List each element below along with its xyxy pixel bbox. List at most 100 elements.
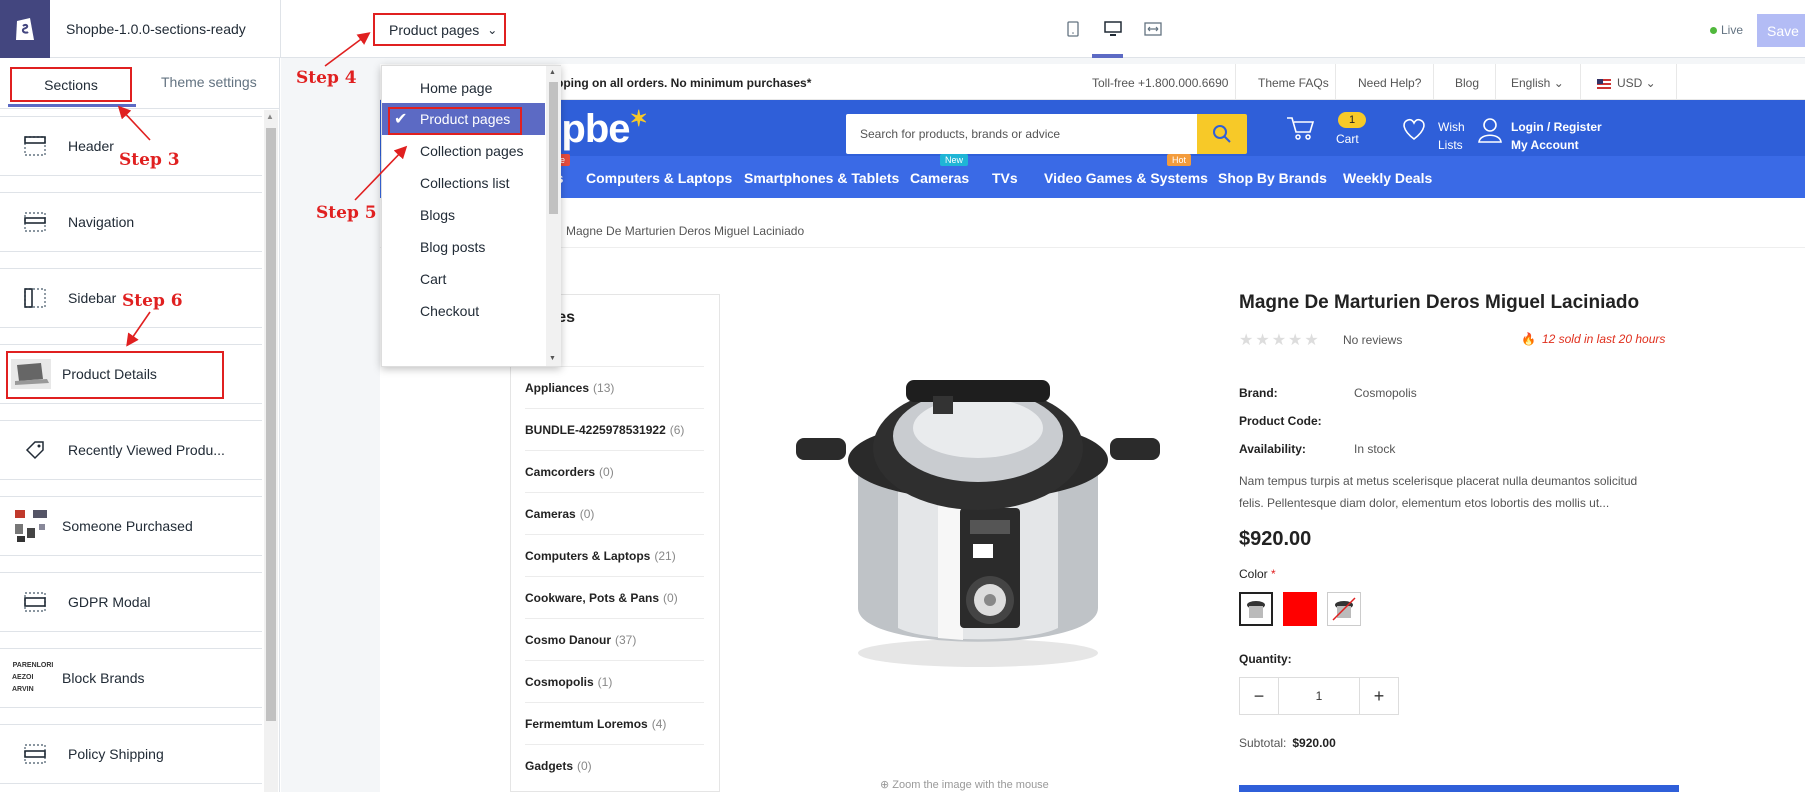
fullwidth-view-icon[interactable]: [1144, 20, 1162, 38]
scroll-down-arrow-icon[interactable]: ▼: [549, 355, 556, 362]
dropdown-item-collections-list[interactable]: Collections list: [382, 167, 545, 199]
section-item-policy-shipping[interactable]: Policy Shipping: [0, 724, 262, 784]
sun-rays-icon: ✶: [629, 106, 648, 131]
add-to-cart-button[interactable]: [1239, 785, 1679, 792]
decrease-button[interactable]: −: [1240, 678, 1278, 714]
rating-stars[interactable]: ★★★★★: [1239, 330, 1321, 350]
brand-value[interactable]: Cosmopolis: [1354, 386, 1417, 400]
section-list: Header Navigation Sidebar Product Detail…: [0, 116, 262, 800]
section-item-navigation[interactable]: Navigation: [0, 192, 262, 252]
dropdown-item-blog-posts[interactable]: Blog posts: [382, 231, 545, 263]
brands-thumbnail-icon: PARENLORI AEZOI ARVIN: [12, 662, 54, 693]
scroll-up-arrow-icon[interactable]: ▲: [549, 69, 556, 76]
search-input[interactable]: Search for products, brands or advice: [846, 114, 1236, 154]
section-item-gdpr-modal[interactable]: GDPR Modal: [0, 572, 262, 632]
nav-item-smartphones[interactable]: Smartphones & Tablets: [744, 170, 899, 186]
cart-label[interactable]: Cart: [1336, 132, 1359, 146]
quantity-input[interactable]: 1: [1278, 678, 1360, 714]
cart-count-badge: 1: [1338, 112, 1366, 128]
dropdown-item-home[interactable]: Home page: [382, 72, 545, 104]
category-name: Fermemtum Loremos: [525, 716, 648, 731]
tab-sections[interactable]: Sections: [10, 67, 132, 102]
section-item-block-brands[interactable]: PARENLORI AEZOI ARVIN Block Brands: [0, 648, 262, 708]
category-list: ) Appliances(13) BUNDLE-4225978531922(6)…: [525, 331, 704, 787]
swatch-silver[interactable]: [1239, 592, 1273, 626]
nav-item-computers[interactable]: Computers & Laptops: [586, 170, 732, 186]
section-item-someone-purchased[interactable]: Someone Purchased: [0, 496, 262, 556]
category-item[interactable]: Cosmopolis (1): [525, 661, 704, 703]
product-title: Magne De Marturien Deros Miguel Laciniad…: [1239, 292, 1640, 313]
availability-value: In stock: [1354, 442, 1396, 456]
divider: [1495, 64, 1496, 100]
nav-item-cameras[interactable]: Cameras: [910, 170, 969, 186]
wishlist-link[interactable]: Wish Lists: [1438, 118, 1465, 154]
sidebar-scrollbar-thumb[interactable]: [266, 128, 276, 721]
nav-item-shop-by-brands[interactable]: Shop By Brands: [1218, 170, 1327, 186]
quantity-label: Quantity:: [1239, 652, 1292, 666]
pressure-cooker-image[interactable]: [788, 308, 1168, 688]
store-header: opbe✶ Search for products, brands or adv…: [380, 100, 1805, 156]
category-item[interactable]: Appliances (13): [525, 367, 704, 409]
help-link[interactable]: Need Help?: [1358, 76, 1421, 90]
us-flag-icon: [1597, 78, 1611, 89]
category-item[interactable]: Camcorders (0): [525, 451, 704, 493]
nav-item-weekly-deals[interactable]: Weekly Deals: [1343, 170, 1432, 186]
category-item[interactable]: Cookware, Pots & Pans (0): [525, 577, 704, 619]
sidebar-layout-icon: [22, 286, 48, 310]
dropdown-item-blogs[interactable]: Blogs: [382, 199, 545, 231]
category-item[interactable]: BUNDLE-4225978531922 (6): [525, 409, 704, 451]
search-button[interactable]: [1197, 114, 1247, 154]
desktop-view-icon[interactable]: [1104, 20, 1122, 38]
blog-link[interactable]: Blog: [1455, 76, 1479, 90]
user-icon[interactable]: [1476, 116, 1504, 149]
category-count: (4): [651, 716, 667, 731]
nav-item-video-games[interactable]: Video Games & Systems: [1044, 170, 1208, 186]
scroll-up-arrow-icon[interactable]: ▲: [266, 112, 274, 121]
swatch-red[interactable]: [1283, 592, 1317, 626]
section-item-recently-viewed[interactable]: Recently Viewed Produ...: [0, 420, 262, 480]
category-item[interactable]: Gadgets (0): [525, 745, 704, 787]
category-item[interactable]: Cameras (0): [525, 493, 704, 535]
category-name: Cosmopolis: [525, 674, 594, 689]
category-item[interactable]: Fermemtum Loremos (4): [525, 703, 704, 745]
page-type-select[interactable]: Product pages ⌄: [373, 13, 506, 46]
section-label: GDPR Modal: [68, 594, 151, 610]
nav-item-tvs[interactable]: TVs: [992, 170, 1018, 186]
increase-button[interactable]: +: [1360, 678, 1398, 714]
faq-link[interactable]: Theme FAQs: [1258, 76, 1329, 90]
page-type-label: Product pages: [389, 21, 480, 38]
category-count: (0): [577, 759, 592, 773]
wishlist-line2: Lists: [1438, 138, 1463, 152]
shopify-logo-icon[interactable]: [0, 0, 50, 58]
search-placeholder: Search for products, brands or advice: [860, 127, 1061, 141]
quantity-stepper: − 1 +: [1239, 677, 1399, 715]
category-item[interactable]: Computers & Laptops (21): [525, 535, 704, 577]
divider: [1433, 64, 1434, 100]
mobile-view-icon[interactable]: [1064, 20, 1082, 38]
store-nav: ces Sale Computers & Laptops Smartphones…: [380, 154, 1805, 198]
dropdown-scrollbar-thumb[interactable]: [549, 82, 558, 214]
dropdown-item-checkout[interactable]: Checkout: [382, 295, 545, 327]
breadcrumb-current: Magne De Marturien Deros Miguel Laciniad…: [566, 224, 805, 238]
heart-icon[interactable]: [1400, 116, 1428, 147]
section-item-product-details[interactable]: Product Details: [0, 344, 262, 404]
tab-theme-settings[interactable]: Theme settings: [161, 74, 257, 90]
currency-select[interactable]: USD ⌄: [1597, 76, 1656, 90]
zoom-icon: ⊕: [880, 779, 893, 791]
dropdown-item-cart[interactable]: Cart: [382, 263, 545, 295]
account-line2: My Account: [1511, 138, 1579, 152]
zoom-note: ⊕ Zoom the image with the mouse: [880, 778, 1049, 791]
category-item[interactable]: Cosmo Danour (37): [525, 619, 704, 661]
section-label: Recently Viewed Produ...: [68, 442, 225, 458]
account-link[interactable]: Login / Register My Account: [1511, 118, 1602, 154]
category-name: Gadgets: [525, 759, 574, 773]
swatch-unavailable[interactable]: [1327, 592, 1361, 626]
categories-panel: gories ) Appliances(13) BUNDLE-422597853…: [510, 294, 720, 792]
cart-icon[interactable]: [1285, 114, 1315, 145]
language-select[interactable]: English ⌄: [1511, 76, 1564, 90]
color-label: Color *: [1239, 567, 1276, 581]
save-button[interactable]: Save: [1757, 14, 1805, 47]
brands-thumb-line2: AEZOI ARVIN: [12, 674, 34, 693]
dropdown-item-collection[interactable]: Collection pages: [382, 135, 545, 167]
color-label-text: Color: [1239, 567, 1268, 581]
